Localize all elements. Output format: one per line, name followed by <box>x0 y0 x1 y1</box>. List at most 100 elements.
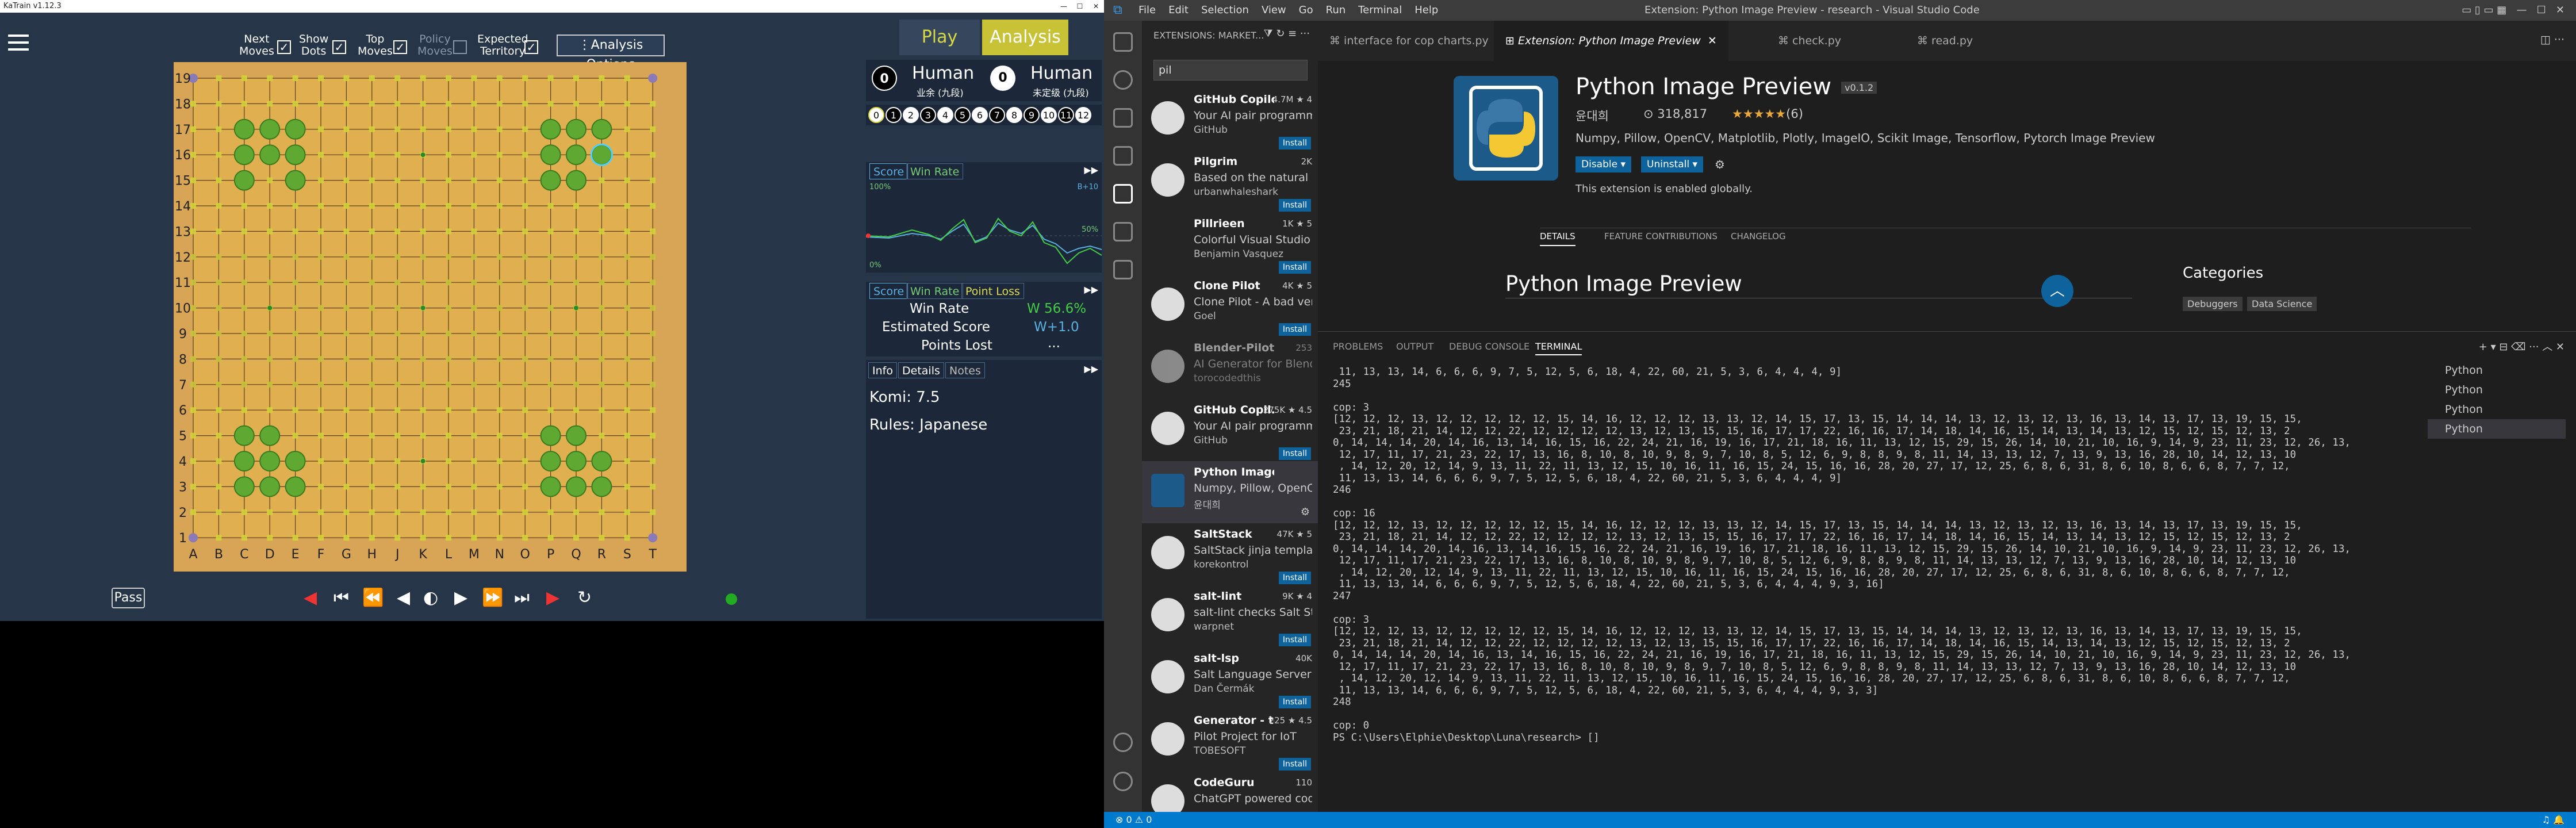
move-number-button[interactable]: 4 <box>937 107 953 123</box>
menu-item[interactable]: View <box>1262 0 1286 21</box>
menu-item[interactable]: Help <box>1414 0 1438 21</box>
terminal-instance[interactable]: Python <box>2428 380 2566 400</box>
terminal-instance[interactable]: Python <box>2428 419 2566 439</box>
tab-read-py[interactable]: ⌘ read.py <box>1906 21 1984 61</box>
ext-settings-gear-icon[interactable]: ⚙ <box>1715 158 1725 171</box>
analysis-options-button[interactable]: ⋮Analysis Options <box>557 34 665 72</box>
move-number-button[interactable]: 9 <box>1023 107 1040 123</box>
move-number-button[interactable]: 5 <box>954 107 971 123</box>
top-move-suggestion[interactable] <box>566 425 586 446</box>
top-move-suggestion[interactable] <box>233 144 255 166</box>
install-button[interactable]: Install <box>1278 696 1311 708</box>
disable-button[interactable]: Disable ▾ <box>1575 156 1631 172</box>
top-move-suggestion[interactable] <box>259 425 281 446</box>
tab-play[interactable]: Play <box>899 20 980 55</box>
top-move-suggestion[interactable] <box>540 118 561 140</box>
top-move-suggestion[interactable] <box>540 451 561 471</box>
ext-publisher[interactable]: 윤대희 <box>1575 107 1609 124</box>
extension-list-item[interactable]: Pilgrim 2K Based on the natural colour... u… <box>1142 151 1318 213</box>
top-move-suggestion[interactable] <box>566 170 586 191</box>
top-move-suggestion[interactable] <box>233 170 255 191</box>
top-move-suggestion[interactable] <box>566 451 586 471</box>
top-move-suggestion[interactable] <box>540 170 561 191</box>
account-icon[interactable] <box>1113 733 1133 752</box>
menu-item[interactable]: Terminal <box>1358 0 1402 21</box>
expand-info-icon[interactable]: ▶▶ <box>1084 363 1098 374</box>
top-move-suggestion[interactable] <box>233 118 255 140</box>
expected-territory-checkbox[interactable]: ✓ <box>524 40 538 54</box>
top-move-suggestion[interactable] <box>540 144 561 166</box>
move-number-button[interactable]: 12 <box>1075 107 1091 123</box>
install-button[interactable]: Install <box>1278 572 1311 584</box>
install-button[interactable]: Install <box>1278 447 1311 460</box>
menu-item[interactable]: Edit <box>1168 0 1189 21</box>
install-button[interactable]: Install <box>1278 137 1311 150</box>
top-move-suggestion[interactable] <box>540 425 561 446</box>
category-debuggers[interactable]: Debuggers <box>2183 297 2242 311</box>
score-graph-panel[interactable]: Score Win Rate ▶▶ 100% B+10 50% 0% <box>866 162 1102 273</box>
extension-manage-gear-icon[interactable]: ⚙ <box>1301 506 1310 518</box>
source-control-icon[interactable] <box>1113 108 1133 128</box>
top-move-suggestion[interactable] <box>566 144 586 166</box>
window-controls[interactable]: ▭ ▯ ▭ ▦ — ☐ ✕ <box>2462 0 2564 21</box>
panel-tab-problems[interactable]: PROBLEMS <box>1333 341 1383 352</box>
panel-actions-icon[interactable]: + ▾ ⊟ ⌫ ··· ︿ ✕ <box>2479 339 2564 354</box>
pass-button[interactable]: Pass <box>112 588 145 608</box>
tab-check-py[interactable]: ⌘ check.py <box>1766 21 1853 61</box>
back-10-icon[interactable]: ⏪ <box>362 588 384 608</box>
move-number-button[interactable]: 7 <box>989 107 1005 123</box>
run-debug-icon[interactable] <box>1113 146 1133 166</box>
extension-list-item[interactable]: Pillrieen 1K ★ 5 Colorful Visual Studio Co… <box>1142 213 1318 275</box>
policy-moves-checkbox[interactable] <box>453 40 467 54</box>
top-move-suggestion[interactable] <box>285 451 306 471</box>
notifications-icon[interactable]: ♫ 🔔 <box>2542 812 2564 828</box>
extension-list-item[interactable]: GitHub Copil...275K ★ 4.5 Your AI pair pr… <box>1142 399 1318 461</box>
subtab-changelog[interactable]: CHANGELOG <box>1731 231 1786 241</box>
top-move-suggestion[interactable] <box>540 476 561 497</box>
problems-status[interactable]: ⊗ 0 ⚠ 0 <box>1116 814 1152 825</box>
menu-item[interactable]: Run <box>1326 0 1346 21</box>
top-move-suggestion[interactable] <box>259 118 281 140</box>
expand-stats-icon[interactable]: ▶▶ <box>1084 284 1098 295</box>
testing-icon[interactable] <box>1113 222 1133 241</box>
top-move-suggestion[interactable] <box>285 170 306 191</box>
extension-list-item[interactable]: Blender-Pilot 253 AI Generator for Blender… <box>1142 337 1318 399</box>
top-move-suggestion[interactable] <box>591 476 612 497</box>
terminal-instance[interactable]: Python <box>2428 361 2566 380</box>
subtab-details[interactable]: DETAILS <box>1540 228 1575 246</box>
close-icon[interactable]: ✕ <box>1088 0 1104 13</box>
move-number-button[interactable]: 0 <box>868 107 884 123</box>
extension-search-input[interactable]: pil <box>1153 60 1308 80</box>
remote-icon[interactable] <box>1113 260 1133 279</box>
forward-icon[interactable]: ▶ <box>454 588 467 608</box>
prev-mistake-icon[interactable]: ◀ <box>304 588 317 608</box>
top-move-suggestion[interactable] <box>233 425 255 446</box>
back-icon[interactable]: ◀ <box>397 588 410 608</box>
show-dots-checkbox[interactable]: ✓ <box>332 40 346 54</box>
maximize-icon[interactable]: ☐ <box>1072 0 1088 13</box>
menu-item[interactable]: Go <box>1299 0 1313 21</box>
stone-toggle-icon[interactable]: ◐ <box>423 588 438 608</box>
explorer-icon[interactable] <box>1113 32 1133 52</box>
top-move-suggestion[interactable] <box>233 451 255 471</box>
extension-list-item[interactable]: Python Image Preview Numpy, Pillow, OpenC… <box>1142 461 1318 523</box>
uninstall-button[interactable]: Uninstall ▾ <box>1641 156 1704 172</box>
install-button[interactable]: Install <box>1278 758 1311 770</box>
stats-tab-pointloss[interactable]: Point Loss <box>961 283 1024 299</box>
top-move-suggestion[interactable] <box>566 476 586 497</box>
extension-list-item[interactable]: salt-lsp 40K Salt Language Server Protoc..… <box>1142 647 1318 710</box>
info-tab-info[interactable]: Info <box>868 362 897 378</box>
top-move-suggestion[interactable] <box>285 118 306 140</box>
terminal-instance[interactable]: Python <box>2428 400 2566 419</box>
top-move-suggestion[interactable] <box>259 476 281 497</box>
info-tab-details[interactable]: Details <box>898 362 944 378</box>
forward-10-icon[interactable]: ⏩ <box>482 588 503 608</box>
panel-tab-output[interactable]: OUTPUT <box>1396 341 1433 352</box>
extension-list-item[interactable]: salt-lint 9K ★ 4 salt-lint checks Salt Sta… <box>1142 585 1318 647</box>
search-icon[interactable] <box>1113 70 1133 90</box>
category-data-science[interactable]: Data Science <box>2247 297 2317 311</box>
board-grid[interactable]: A B C D E F G H J K L M N O P Q R S T191817161514131211109… <box>174 62 687 572</box>
ext-rating[interactable]: ★★★★★(6) <box>1732 107 1803 121</box>
top-moves-checkbox[interactable]: ✓ <box>393 40 407 54</box>
go-first-icon[interactable]: ⏮ <box>334 588 349 608</box>
